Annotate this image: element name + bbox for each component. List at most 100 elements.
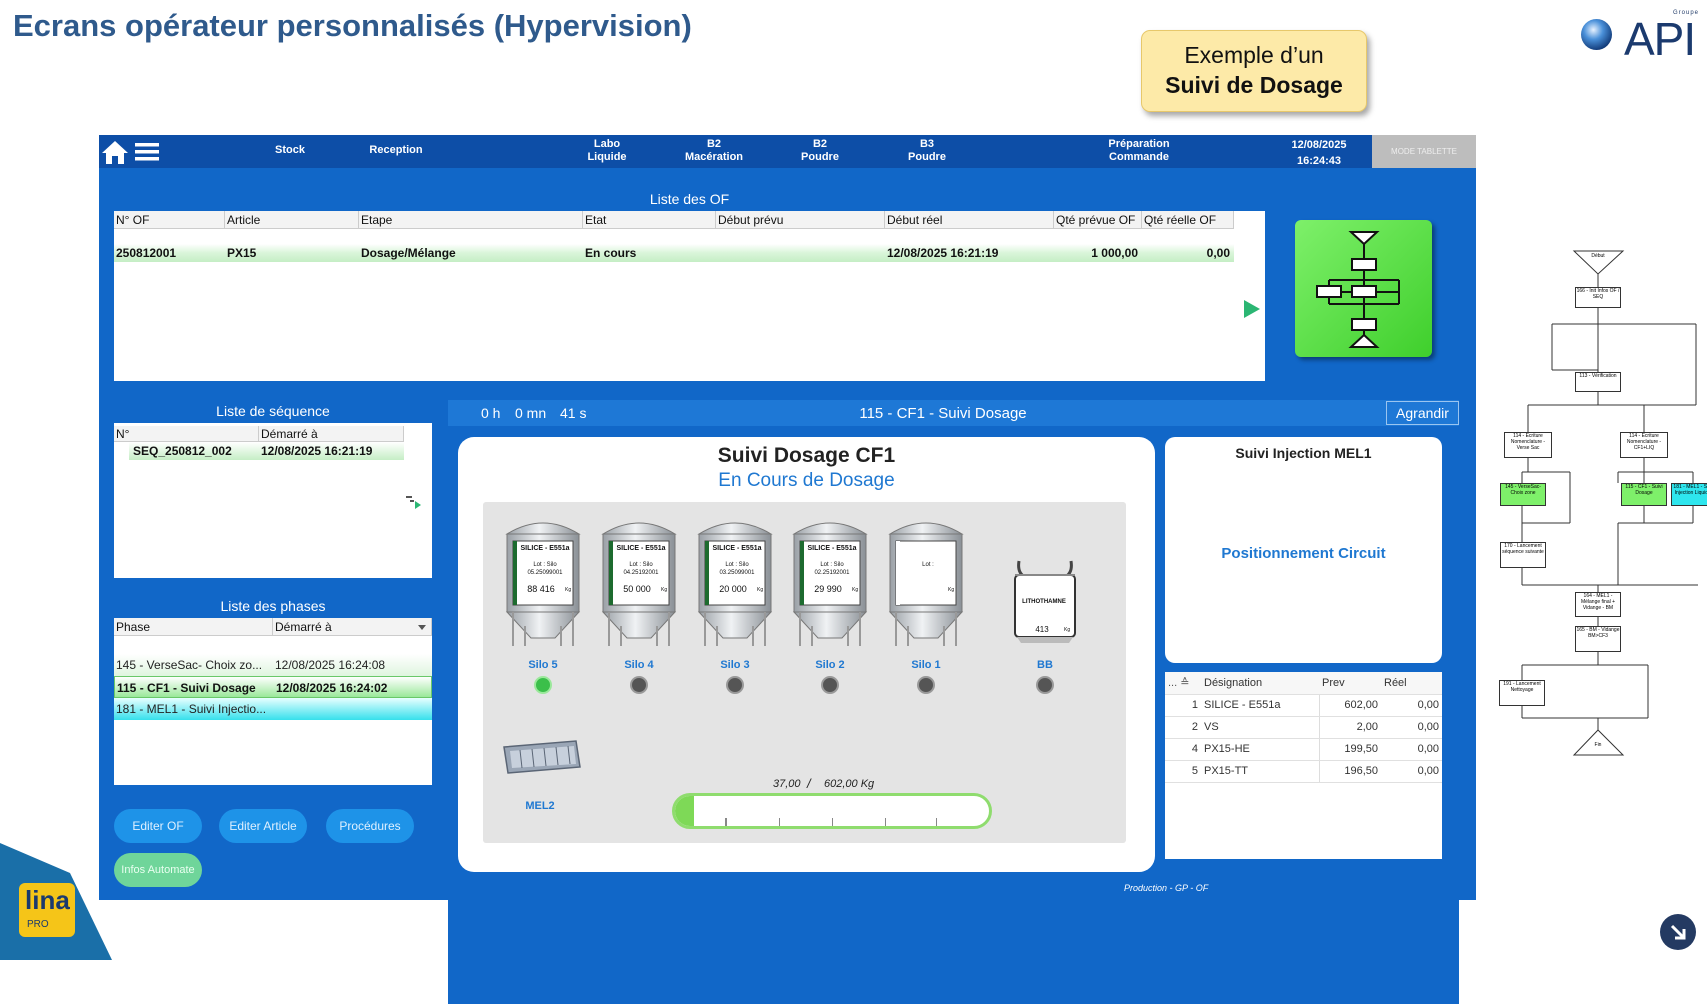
- col-header[interactable]: Début réel: [885, 211, 1054, 229]
- col-header[interactable]: Démarré à: [259, 426, 404, 442]
- menu-icon[interactable]: [135, 142, 159, 167]
- silo-lot-label: Lot : Silo: [725, 562, 749, 568]
- silo-lot: 04.25192001: [623, 570, 659, 576]
- of-row[interactable]: 250812001 PX15 Dosage/Mélange En cours 1…: [114, 244, 1234, 262]
- bigbag[interactable]: LITHOTHAMNE 413 Kg: [1009, 557, 1081, 650]
- silo[interactable]: SILICE - E551a Lot : Silo 02.25192001 29 99…: [790, 514, 870, 659]
- nav-stock[interactable]: Stock: [250, 144, 330, 157]
- edit-article-button[interactable]: Editer Article: [219, 809, 307, 843]
- sequence-flow-icon[interactable]: [1295, 220, 1432, 357]
- api-logo-text: API: [1624, 13, 1696, 65]
- lina-sub: PRO: [27, 919, 49, 930]
- flow-box[interactable]: 191 - Lancement Nettoyage: [1499, 680, 1545, 706]
- arrow-down-right-icon[interactable]: [1660, 914, 1696, 950]
- nav-preparation-commande[interactable]: Préparation Commande: [1099, 138, 1179, 164]
- flow-box-active[interactable]: 145 - VerseSac- Choix zone: [1500, 483, 1546, 506]
- col-header[interactable]: Désignation: [1201, 672, 1319, 695]
- silo-unit: Kg: [565, 587, 572, 593]
- of-debut-reel: 12/08/2025 16:21:19: [887, 246, 999, 260]
- col-header[interactable]: Réel: [1381, 672, 1442, 695]
- mode-tablette-button[interactable]: MODE TABLETTE: [1372, 135, 1476, 168]
- col-header[interactable]: Qté réelle OF: [1142, 211, 1234, 229]
- phase-name: 181 - MEL1 - Suivi Injectio...: [116, 702, 267, 716]
- col-header[interactable]: Prev: [1319, 672, 1381, 695]
- col-header[interactable]: Démarré à: [273, 618, 432, 636]
- callout-line2: Suivi de Dosage: [1165, 72, 1343, 98]
- flow-box[interactable]: 165 - BM - Vidange BM>CF3: [1575, 626, 1621, 652]
- silo-qty: 20 000: [719, 584, 747, 594]
- nav-labo-liquide[interactable]: Labo Liquide: [567, 138, 647, 164]
- col-header[interactable]: Début prévu: [716, 211, 885, 229]
- sequence-row[interactable]: SEQ_250812_002 12/08/2025 16:21:19: [129, 442, 404, 460]
- silo-qty: 50 000: [623, 584, 651, 594]
- silo-lot: 02.25192001: [814, 570, 850, 576]
- phase-row[interactable]: 145 - VerseSac- Choix zo... 12/08/2025 1…: [114, 654, 432, 676]
- col-header[interactable]: N° OF: [114, 211, 225, 229]
- flow-box[interactable]: 166 - Init Infos OF / SEQ: [1575, 287, 1621, 308]
- play-arrow-icon[interactable]: [1242, 298, 1262, 325]
- silo-product: SILICE - E551a: [807, 545, 857, 552]
- procedures-button[interactable]: Procédures: [326, 809, 414, 843]
- nav-b2-maceration[interactable]: B2 Macération: [674, 138, 754, 164]
- flow-box[interactable]: 114 - Ecriture Nomenclature - CF1+LIQ: [1620, 432, 1668, 458]
- table-menu-icon[interactable]: ... ≙: [1165, 672, 1201, 695]
- nav-reception[interactable]: Reception: [356, 144, 436, 157]
- home-icon[interactable]: [101, 139, 129, 170]
- flow-box[interactable]: 170 - Lancement séquence suivante: [1500, 542, 1546, 568]
- flow-start: Début: [1591, 253, 1605, 259]
- silo-tank-icon: [888, 522, 964, 646]
- silo-product: SILICE - E551a: [712, 545, 762, 552]
- silo-unit: Kg: [852, 587, 859, 593]
- table-row[interactable]: 5 PX15-TT 196,50 0,00: [1165, 760, 1442, 783]
- of-qte-prevue: 1 000,00: [1091, 246, 1138, 260]
- phase-start: 12/08/2025 16:24:02: [276, 681, 388, 695]
- mixer-icon[interactable]: [500, 737, 584, 782]
- phase-row-selected[interactable]: 115 - CF1 - Suivi Dosage 12/08/2025 16:2…: [114, 676, 432, 698]
- injection-title: Suivi Injection MEL1: [1235, 445, 1372, 461]
- col-header[interactable]: N°: [114, 426, 259, 442]
- silo-status-led: [534, 676, 552, 694]
- flow-box[interactable]: 164 - MEL1 - Mélange final + Vidange - B…: [1575, 592, 1621, 617]
- flow-box-active[interactable]: 115 - CF1 - Suivi Dosage: [1621, 483, 1667, 506]
- nav-b3-poudre[interactable]: B3 Poudre: [887, 138, 967, 164]
- sort-down-icon[interactable]: [418, 625, 426, 630]
- progress-current: 37,00: [773, 778, 801, 790]
- progress-fill: [675, 796, 694, 826]
- nav-datetime: 12/08/2025 16:24:43: [1291, 139, 1347, 167]
- edit-of-button[interactable]: Editer OF: [114, 809, 202, 843]
- callout-line1: Exemple d’un: [1184, 42, 1324, 68]
- agrandir-button[interactable]: Agrandir: [1386, 401, 1459, 425]
- silo[interactable]: SILICE - E551a Lot : Silo 03.25099001 20 00…: [695, 514, 775, 659]
- col-header[interactable]: Etat: [583, 211, 716, 229]
- infos-automate-button[interactable]: Infos Automate: [114, 853, 202, 887]
- silo[interactable]: SILICE - E551a Lot : Silo 04.25192001 50 00…: [599, 514, 679, 659]
- table-row[interactable]: 1 SILICE - E551a 602,00 0,00: [1165, 694, 1442, 717]
- nav-b2-poudre[interactable]: B2 Poudre: [780, 138, 860, 164]
- silo-product: SILICE - E551a: [520, 545, 570, 552]
- progress-separator: /: [807, 776, 811, 791]
- table-row[interactable]: 4 PX15-HE 199,50 0,00: [1165, 738, 1442, 761]
- sequence-list-title: Liste de séquence: [114, 400, 432, 423]
- dosage-table-panel: ... ≙ Désignation Prev Réel 1 SILICE - E5…: [1165, 672, 1442, 859]
- table-row[interactable]: 2 VS 2,00 0,00: [1165, 716, 1442, 739]
- flow-end: Fin: [1594, 742, 1602, 748]
- slide-title: Ecrans opérateur personnalisés (Hypervis…: [13, 8, 692, 43]
- col-header[interactable]: Etape: [359, 211, 583, 229]
- silo[interactable]: Lot : Kg: [886, 514, 966, 659]
- flow-box[interactable]: 114 - Ecriture Nomenclature - Verse Sac: [1504, 432, 1552, 458]
- flow-box-current[interactable]: 181 - MEL1 - Suivi Injection Liquides: [1671, 483, 1707, 506]
- silo[interactable]: SILICE - E551a Lot : Silo 05.25099001 88 41…: [503, 514, 583, 659]
- silo-status-led: [821, 676, 839, 694]
- phase-row[interactable]: 181 - MEL1 - Suivi Injectio...: [114, 698, 432, 720]
- timer-seconds: 41 s: [560, 405, 587, 421]
- flow-box[interactable]: 113 - Vérification: [1575, 372, 1621, 392]
- sequence-start: 12/08/2025 16:21:19: [261, 444, 373, 458]
- lina-badge: lina PRO: [19, 883, 75, 937]
- callout-box: Exemple d’un Suivi de Dosage: [1141, 30, 1367, 112]
- col-header[interactable]: Phase: [114, 618, 273, 636]
- of-qte-reelle: 0,00: [1206, 246, 1230, 260]
- sequence-number: SEQ_250812_002: [133, 444, 232, 458]
- col-header[interactable]: Qté prévue OF: [1054, 211, 1142, 229]
- sequence-play-icon[interactable]: [406, 495, 422, 516]
- col-header[interactable]: Article: [225, 211, 359, 229]
